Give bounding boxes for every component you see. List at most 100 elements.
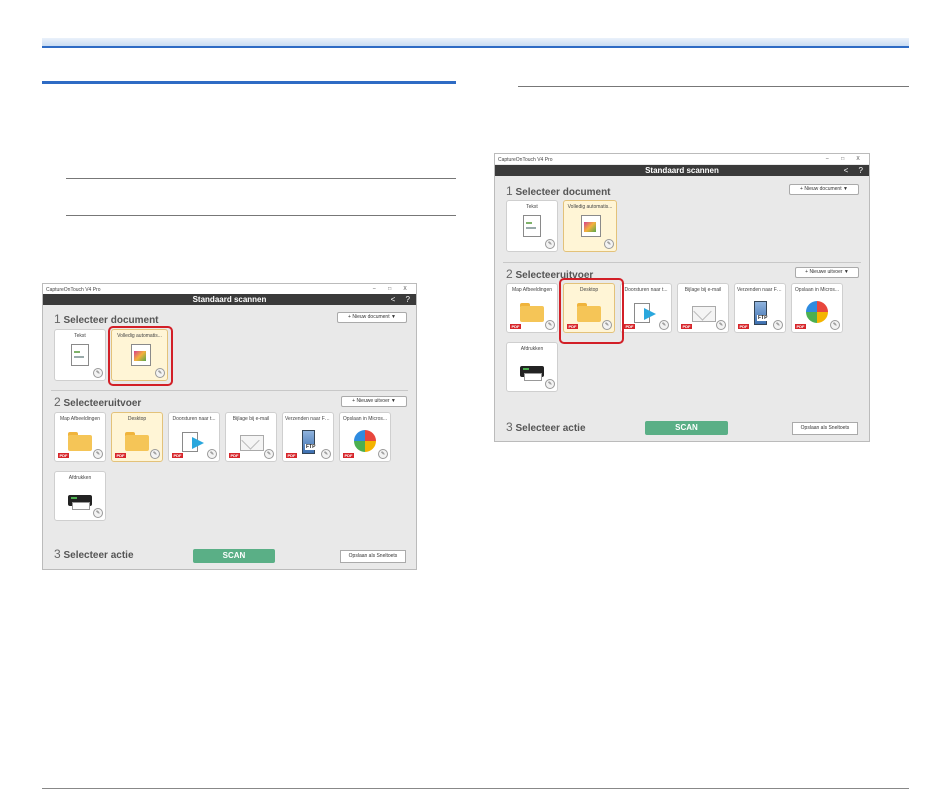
output-card-3[interactable]: Bijlage bij e-mail PDF ✎ [677,283,729,333]
app-title: CaptureOnTouch V4 Pro [498,157,553,163]
folder-icon [68,430,92,452]
forward-icon [182,430,206,452]
section-number: 3 [506,420,513,434]
output-card-6[interactable]: Afdrukken ✎ [506,342,558,392]
pdf-badge: PDF [681,324,692,329]
save-as-shortcut-button[interactable]: Opslaan als Sneltoets [792,422,858,435]
section-number: 3 [54,547,61,561]
output-card-5[interactable]: Opslaan in Micros... PDF ✎ [339,412,391,462]
selection-highlight [108,326,173,386]
output-card-4[interactable]: Verzenden naar FT... FTP PDF ✎ [282,412,334,462]
card-label: Volledig automatis... [567,204,613,210]
card-label: Tekst [526,204,538,210]
card-label: Desktop [127,416,147,422]
printer-icon [520,360,544,382]
edit-pencil-icon[interactable]: ✎ [264,449,274,459]
edit-pencil-icon[interactable]: ✎ [545,320,555,330]
pdf-badge: PDF [343,453,354,458]
pdf-badge: PDF [795,324,806,329]
close-button[interactable]: X [398,284,412,294]
selection-highlight [559,278,624,344]
edit-pencil-icon[interactable]: ✎ [830,320,840,330]
section-select-output: 2 Selecteeruitvoer [54,395,141,409]
section-title: Selecteer actie [515,423,586,434]
card-label: Bijlage bij e-mail [684,287,722,293]
pdf-badge: PDF [172,453,183,458]
card-label: Afdrukken [68,475,92,481]
output-card-5[interactable]: Opslaan in Micros... PDF ✎ [791,283,843,333]
mail-icon [691,301,716,323]
new-output-button[interactable]: + Nieuwe uitvoer ▼ [795,267,859,278]
app-window-right: CaptureOnTouch V4 Pro – □ X Standaard sc… [494,153,870,442]
output-card-2[interactable]: Doorsturen naar t... PDF ✎ [620,283,672,333]
new-document-button[interactable]: + Nieuw document ▼ [789,184,859,195]
edit-pencil-icon[interactable]: ✎ [716,320,726,330]
back-button[interactable]: < [844,166,849,175]
help-button[interactable]: ? [406,295,410,304]
edit-pencil-icon[interactable]: ✎ [378,449,388,459]
help-button[interactable]: ? [859,166,863,175]
card-label: Doorsturen naar t... [172,416,216,422]
scan-button[interactable]: SCAN [645,421,728,435]
forward-icon [634,301,658,323]
output-card-1[interactable]: Desktop PDF ✎ [111,412,163,462]
printer-icon [68,489,92,511]
left-section-rule [42,81,456,84]
close-button[interactable]: X [851,154,865,164]
section-title: Selecteer document [515,187,611,198]
edit-pencil-icon[interactable]: ✎ [150,449,160,459]
output-card-2[interactable]: Doorsturen naar t... PDF ✎ [168,412,220,462]
section-number: 2 [506,267,513,281]
title-bar: CaptureOnTouch V4 Pro – □ X [43,284,416,294]
output-card-0[interactable]: Map Afbeeldingen PDF ✎ [506,283,558,333]
folder-icon [125,430,149,452]
card-label: Afdrukken [520,346,544,352]
section-number: 2 [54,395,61,409]
edit-pencil-icon[interactable]: ✎ [93,508,103,518]
output-card-0[interactable]: Map Afbeeldingen PDF ✎ [54,412,106,462]
step-rule-1 [66,178,456,179]
edit-pencil-icon[interactable]: ✎ [93,449,103,459]
minimize-button[interactable]: – [820,154,834,164]
edit-pencil-icon[interactable]: ✎ [545,239,555,249]
output-card-4[interactable]: Verzenden naar FT... FTP PDF ✎ [734,283,786,333]
microsoft-app-icon [353,430,377,452]
photo-document-icon [579,215,601,237]
section-select-action: 3 Selecteer actie [506,420,586,434]
edit-pencil-icon[interactable]: ✎ [659,320,669,330]
new-output-button[interactable]: + Nieuwe uitvoer ▼ [341,396,407,407]
edit-pencil-icon[interactable]: ✎ [207,449,217,459]
new-document-button[interactable]: + Nieuw document ▼ [337,312,407,323]
section-title: Selecteeruitvoer [63,398,142,409]
card-label: Verzenden naar FT... [285,416,331,422]
pdf-badge: PDF [738,324,749,329]
title-bar: CaptureOnTouch V4 Pro – □ X [495,154,869,164]
section-number: 1 [506,184,513,198]
output-card-6[interactable]: Afdrukken ✎ [54,471,106,521]
edit-pencil-icon[interactable]: ✎ [93,368,103,378]
document-card-text[interactable]: Tekst ✎ [506,200,558,252]
save-as-shortcut-button[interactable]: Opslaan als Sneltoets [340,550,406,563]
card-label: Map Afbeeldingen [511,287,553,293]
minimize-button[interactable]: – [367,284,381,294]
edit-pencil-icon[interactable]: ✎ [545,379,555,389]
section-divider [503,262,861,263]
edit-pencil-icon[interactable]: ✎ [773,320,783,330]
back-button[interactable]: < [391,295,396,304]
section-number: 1 [54,312,61,326]
scan-button[interactable]: SCAN [193,549,275,563]
header-title: Standaard scannen [645,166,719,175]
document-card-text[interactable]: Tekst ✎ [54,329,106,381]
maximize-button[interactable]: □ [836,154,850,164]
pdf-badge: PDF [624,324,635,329]
section-select-action: 3 Selecteer actie [54,547,134,561]
section-divider [51,390,408,391]
edit-pencil-icon[interactable]: ✎ [321,449,331,459]
page-bottom-rule [42,788,909,789]
document-card-full-auto[interactable]: Volledig automatis... ✎ [563,200,617,252]
edit-pencil-icon[interactable]: ✎ [604,239,614,249]
card-label: Tekst [74,333,86,339]
ftp-server-icon: FTP [296,430,320,454]
output-card-3[interactable]: Bijlage bij e-mail PDF ✎ [225,412,277,462]
maximize-button[interactable]: □ [383,284,397,294]
